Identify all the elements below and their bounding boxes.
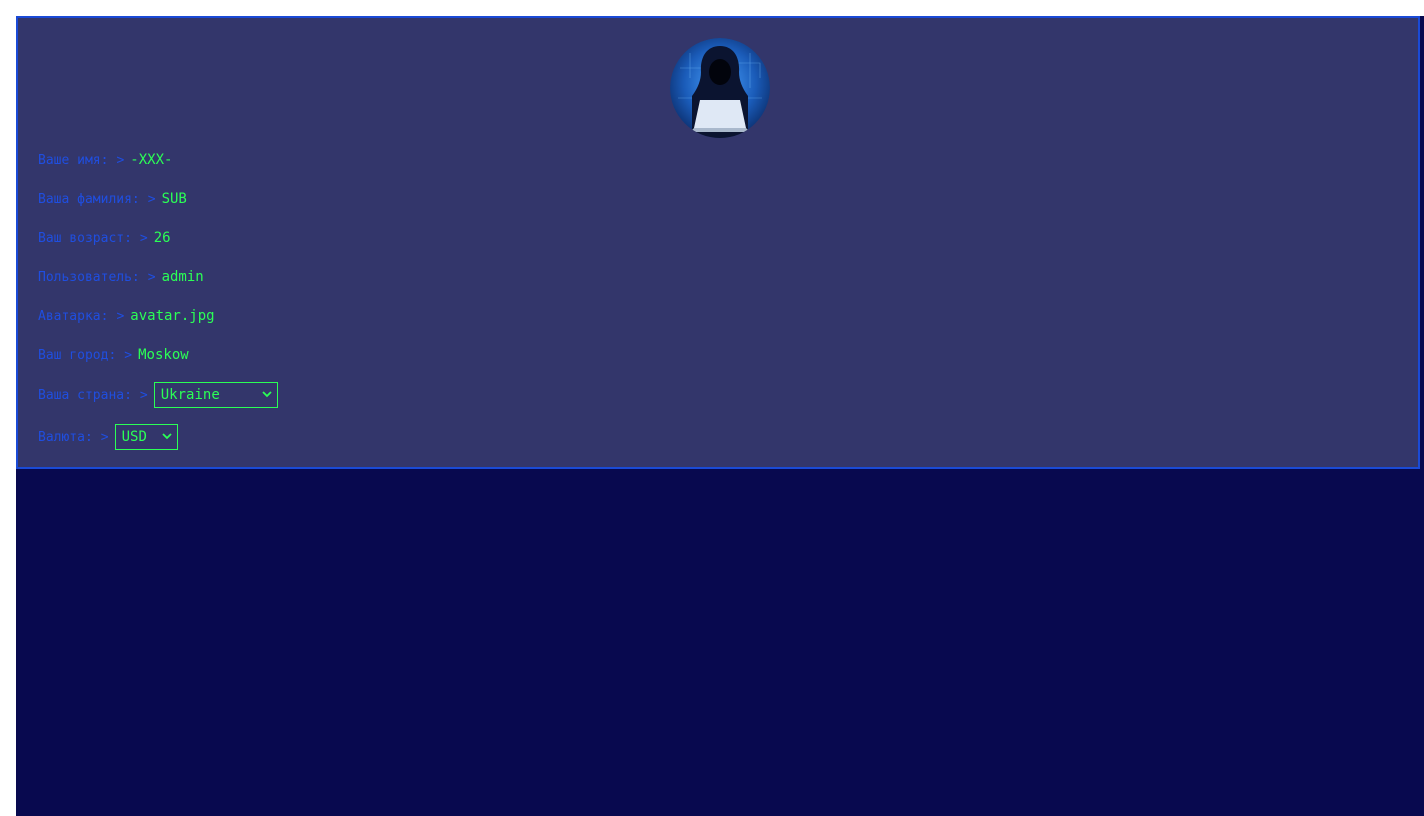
first-name-value: -XXX- [130,152,173,168]
chevron-right-icon: > [147,269,156,285]
avatar-file-value: avatar.jpg [130,308,215,324]
country-row: Ваша страна: > Ukraine [38,382,278,408]
country-label: Ваша страна: [38,387,132,403]
last-name-row: Ваша фамилия: > SUB [38,188,187,210]
chevron-right-icon: > [100,429,109,445]
chevron-right-icon: > [124,347,133,363]
page-background: Ваше имя: > -XXX- Ваша фамилия: > SUB Ва… [16,16,1424,816]
chevron-right-icon: > [116,152,125,168]
chevron-right-icon: > [116,308,125,324]
avatar-file-label: Аватарка: [38,308,109,324]
last-name-label: Ваша фамилия: [38,191,140,207]
avatar-file-row: Аватарка: > avatar.jpg [38,305,215,327]
chevron-down-icon [262,391,272,398]
chevron-down-icon [161,433,172,440]
currency-row: Валюта: > USD [38,424,178,450]
first-name-row: Ваше имя: > -XXX- [38,149,172,171]
last-name-value: SUB [161,191,187,207]
city-value: Moskow [138,347,189,363]
chevron-right-icon: > [147,191,156,207]
city-label: Ваш город: [38,347,117,363]
chevron-right-icon: > [139,387,148,403]
currency-label: Валюта: [38,429,93,445]
country-select[interactable]: Ukraine [153,382,278,408]
age-value: 26 [153,230,171,246]
hooded-hacker-icon [670,38,770,138]
first-name-label: Ваше имя: [38,152,109,168]
country-select-value: Ukraine [160,387,220,403]
avatar [670,38,770,138]
username-label: Пользователь: [38,269,140,285]
city-row: Ваш город: > Moskow [38,344,189,366]
age-label: Ваш возраст: [38,230,132,246]
profile-card: Ваше имя: > -XXX- Ваша фамилия: > SUB Ва… [16,16,1420,469]
username-value: admin [161,269,204,285]
age-row: Ваш возраст: > 26 [38,227,171,249]
username-row: Пользователь: > admin [38,266,204,288]
currency-select[interactable]: USD [114,424,178,450]
chevron-right-icon: > [139,230,148,246]
currency-select-value: USD [121,429,147,445]
